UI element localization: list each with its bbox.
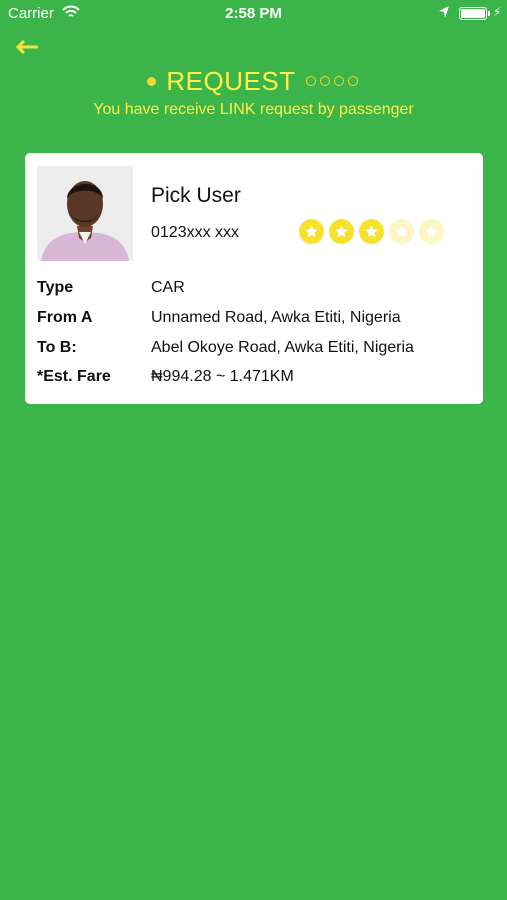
star-icon (299, 219, 324, 244)
rating-stars (299, 219, 449, 244)
passenger-phone: 0123xxx xxx (151, 224, 240, 241)
star-icon (419, 219, 444, 244)
detail-value: ₦994.28 ~ 1.471KM (151, 368, 294, 385)
location-arrow-icon (438, 5, 450, 23)
detail-value: Abel Okoye Road, Awka Etiti, Nigeria (151, 339, 414, 356)
detail-label: *Est. Fare (37, 368, 111, 385)
step-indicator-active (147, 77, 157, 86)
detail-value: CAR (151, 279, 185, 296)
detail-label: From A (37, 309, 93, 326)
request-card: Pick User 0123xxx xxx Type CAR From A Un… (25, 153, 483, 404)
status-bar: Carrier 2:58 PM ⚡ (0, 0, 507, 28)
charging-icon: ⚡ (493, 5, 502, 19)
back-arrow-icon (15, 39, 38, 55)
passenger-name: Pick User (151, 184, 241, 207)
star-icon (389, 219, 414, 244)
detail-label: Type (37, 279, 74, 296)
battery-tip (488, 11, 490, 16)
page-subtitle: You have receive LINK request by passeng… (93, 101, 414, 118)
status-time: 2:58 PM (225, 5, 282, 22)
battery-icon (459, 7, 487, 20)
detail-value: Unnamed Road, Awka Etiti, Nigeria (151, 309, 401, 326)
back-button[interactable] (14, 36, 42, 58)
detail-label: To B: (37, 339, 77, 356)
passenger-avatar (37, 166, 133, 261)
star-icon (359, 219, 384, 244)
step-indicators (304, 73, 360, 91)
header-title-row: REQUEST (0, 66, 507, 97)
star-icon (329, 219, 354, 244)
page-title: REQUEST (166, 66, 296, 96)
